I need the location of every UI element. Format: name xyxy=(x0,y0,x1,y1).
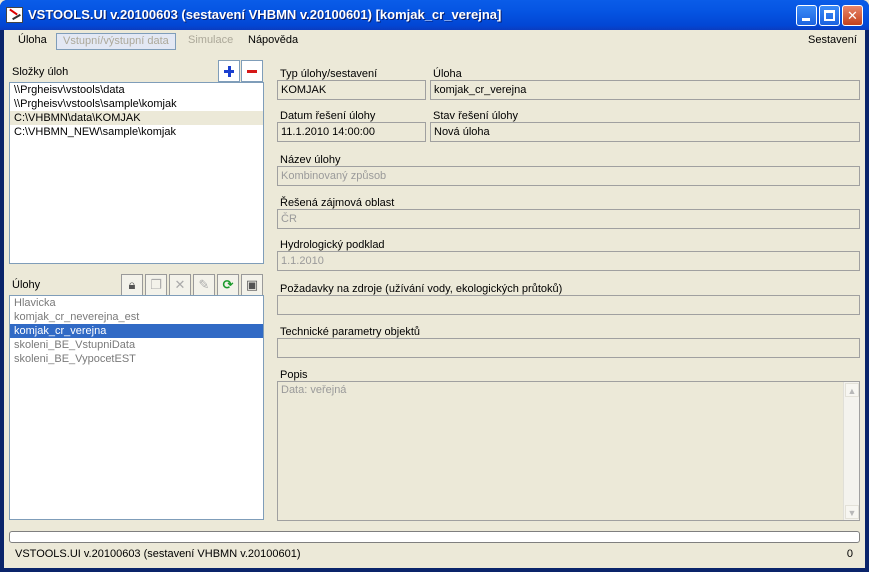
task-field[interactable]: komjak_cr_verejna xyxy=(430,80,860,100)
status-bar: VSTOOLS.UI v.20100603 (sestavení VHBMN v… xyxy=(4,544,865,568)
task-item[interactable]: komjak_cr_neverejna_est xyxy=(10,310,263,324)
minus-icon xyxy=(247,70,257,73)
hydro-basis-field[interactable]: 1.1.2010 xyxy=(277,251,860,271)
scroll-up-icon[interactable]: ▲ xyxy=(845,383,859,397)
close-icon: ✕ xyxy=(847,8,858,23)
description-label: Popis xyxy=(280,369,308,381)
task-item[interactable]: Hlavicka xyxy=(10,296,263,310)
window-title: VSTOOLS.UI v.20100603 (sestavení VHBMN v… xyxy=(28,7,502,22)
solve-date-label: Datum řešení úlohy xyxy=(280,110,376,122)
close-button[interactable]: ✕ xyxy=(842,5,863,26)
description-scrollbar[interactable]: ▲ ▼ xyxy=(843,382,859,520)
demands-label: Požadavky na zdroje (užívání vody, ekolo… xyxy=(280,283,563,295)
maximize-button[interactable] xyxy=(819,5,840,26)
application-window: VSTOOLS.UI v.20100603 (sestavení VHBMN v… xyxy=(0,0,869,572)
rename-button[interactable]: ✎ xyxy=(193,274,215,296)
remove-folder-button[interactable] xyxy=(241,60,263,82)
folders-list[interactable]: \\Prgheisv\vstools\data \\Prgheisv\vstool… xyxy=(9,82,264,264)
menu-bar: Úloha Vstupní/výstupní data Simulace Náp… xyxy=(4,30,865,52)
add-folder-button[interactable] xyxy=(218,60,240,82)
delete-icon: ✕ xyxy=(174,277,186,292)
folders-label: Složky úloh xyxy=(12,66,69,78)
save-button[interactable]: ▣ xyxy=(241,274,263,296)
menu-simulace[interactable]: Simulace xyxy=(182,33,239,50)
task-type-field[interactable]: KOMJAK xyxy=(277,80,426,100)
area-label: Řešená zájmová oblast xyxy=(280,197,395,209)
menu-input-output-data[interactable]: Vstupní/výstupní data xyxy=(56,33,176,50)
refresh-icon: ⟳ xyxy=(222,277,234,292)
menu-napoveda[interactable]: Nápověda xyxy=(242,33,304,50)
title-label: Název úlohy xyxy=(280,154,341,166)
description-text: Data: veřejná xyxy=(281,384,347,396)
progress-bar xyxy=(9,531,860,543)
tasks-label: Úlohy xyxy=(12,279,41,291)
solve-state-field[interactable]: Nová úloha xyxy=(430,122,860,142)
copy-button[interactable]: ❐ xyxy=(145,274,167,296)
area-field[interactable]: ČR xyxy=(277,209,860,229)
task-item[interactable]: skoleni_BE_VypocetEST xyxy=(10,352,263,366)
minimize-icon xyxy=(802,18,810,21)
demands-field[interactable] xyxy=(277,295,860,315)
copy-icon: ❐ xyxy=(150,277,162,292)
refresh-button[interactable]: ⟳ xyxy=(217,274,239,296)
description-field[interactable]: Data: veřejná ▲ ▼ xyxy=(277,381,860,521)
menu-sestaveni[interactable]: Sestavení xyxy=(802,33,863,50)
minimize-button[interactable] xyxy=(796,5,817,26)
folder-item[interactable]: \\Prgheisv\vstools\sample\komjak xyxy=(10,97,263,111)
lock-button[interactable]: 🔒︎ xyxy=(121,274,143,296)
task-name-label: Úloha xyxy=(433,68,462,80)
tech-params-label: Technické parametry objektů xyxy=(280,326,421,338)
task-type-label: Typ úlohy/sestavení xyxy=(280,68,378,80)
delete-button[interactable]: ✕ xyxy=(169,274,191,296)
folder-item[interactable]: \\Prgheisv\vstools\data xyxy=(10,83,263,97)
title-field[interactable]: Kombinovaný způsob xyxy=(277,166,860,186)
tasks-list[interactable]: Hlavicka komjak_cr_neverejna_est komjak_cr… xyxy=(9,295,264,520)
task-item[interactable]: skoleni_BE_VstupniData xyxy=(10,338,263,352)
hydro-basis-label: Hydrologický podklad xyxy=(280,239,385,251)
status-count: 0 xyxy=(846,548,853,560)
scroll-down-icon[interactable]: ▼ xyxy=(845,505,859,519)
app-icon[interactable] xyxy=(6,7,23,23)
solve-state-label: Stav řešení úlohy xyxy=(433,110,518,122)
maximize-icon xyxy=(824,10,835,21)
menu-uloha[interactable]: Úloha xyxy=(12,33,53,50)
lock-icon: 🔒︎ xyxy=(128,277,136,292)
folder-item[interactable]: C:\VHBMN_NEW\sample\komjak xyxy=(10,125,263,139)
task-item[interactable]: komjak_cr_verejna xyxy=(10,324,263,338)
save-icon: ▣ xyxy=(245,277,259,292)
tech-params-field[interactable] xyxy=(277,338,860,358)
status-text: VSTOOLS.UI v.20100603 (sestavení VHBMN v… xyxy=(15,548,301,560)
title-bar[interactable]: VSTOOLS.UI v.20100603 (sestavení VHBMN v… xyxy=(0,0,869,30)
folder-item[interactable]: C:\VHBMN\data\KOMJAK xyxy=(10,111,263,125)
rename-icon: ✎ xyxy=(198,277,210,292)
solve-date-field[interactable]: 11.1.2010 14:00:00 xyxy=(277,122,426,142)
client-area: Úloha Vstupní/výstupní data Simulace Náp… xyxy=(4,30,865,568)
